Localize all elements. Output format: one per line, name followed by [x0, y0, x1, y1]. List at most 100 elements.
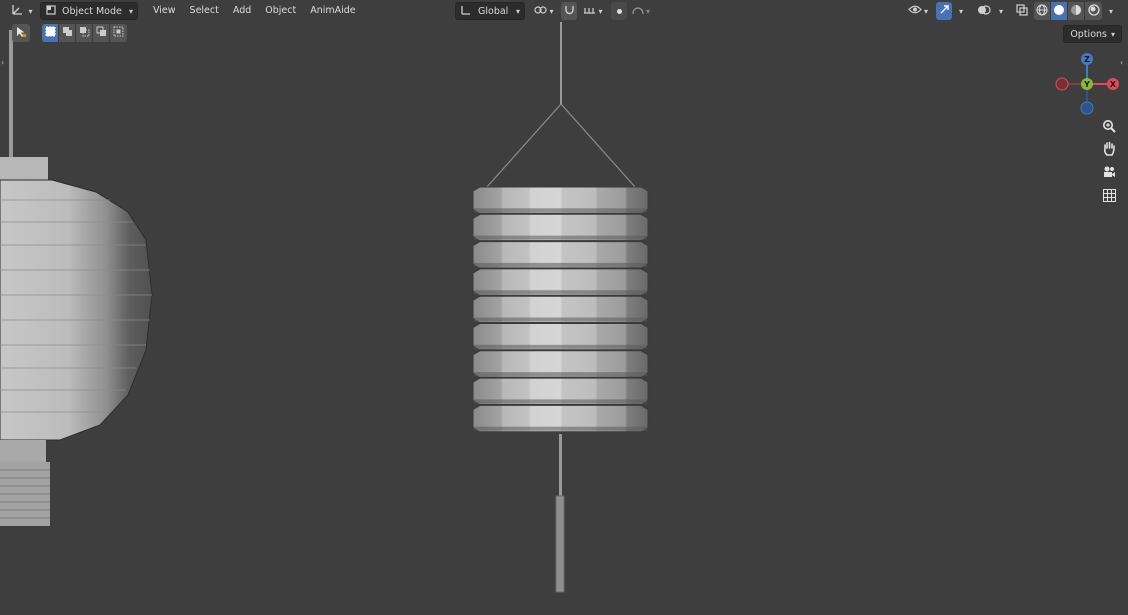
axes-icon: [11, 3, 24, 19]
dot-icon: [616, 8, 622, 14]
grid-ortho-icon: [1102, 189, 1116, 205]
proportional-edit-toggle[interactable]: [611, 2, 627, 20]
hand-pan-icon: [1102, 141, 1116, 159]
pivot-point-selector[interactable]: ▾: [532, 2, 556, 20]
chevron-down-icon: ▾: [958, 6, 963, 16]
menu-view[interactable]: View: [146, 2, 183, 20]
select-intersect-button[interactable]: [110, 24, 127, 42]
chevron-down-icon: ▾: [645, 6, 650, 16]
header-menus: View Select Add Object AnimAide: [146, 2, 363, 20]
select-extend-button[interactable]: [59, 24, 76, 42]
chevron-down-icon: ▾: [1110, 29, 1115, 39]
eye-icon: [908, 4, 922, 18]
gizmo-x-label: X: [1110, 80, 1117, 89]
wireframe-sphere-icon: [1036, 4, 1048, 19]
lantern-band-shadow: [474, 317, 647, 322]
ortho-toggle-button[interactable]: [1099, 187, 1119, 207]
gizmo-options-dropdown[interactable]: ▾: [954, 2, 968, 20]
left-lantern[interactable]: [0, 30, 153, 526]
left-lantern-cap: [0, 157, 48, 181]
shading-rendered-button[interactable]: [1085, 2, 1102, 20]
select-intersect-icon: [113, 26, 124, 40]
center-lantern-top-rod: [560, 22, 562, 104]
camera-view-button[interactable]: [1099, 163, 1119, 183]
menu-animaide[interactable]: AnimAide: [303, 2, 362, 20]
xray-icon: [1016, 3, 1028, 19]
tool-row: [12, 24, 127, 42]
magnet-icon: [564, 4, 575, 18]
select-invert-icon: [96, 26, 107, 40]
mode-dropdown[interactable]: Object Mode ▾: [40, 2, 138, 20]
shading-options-dropdown[interactable]: ▾: [1104, 2, 1118, 20]
center-lantern[interactable]: [472, 22, 649, 593]
selection-mode-selector: [42, 24, 127, 42]
solid-sphere-icon: [1053, 4, 1065, 19]
center-lantern-bands: [472, 186, 649, 433]
scene-render[interactable]: [0, 0, 1128, 615]
snap-toggle[interactable]: [561, 2, 577, 20]
zoom-button[interactable]: [1099, 117, 1119, 137]
shading-wireframe-button[interactable]: [1034, 2, 1051, 20]
toolbar-expand-arrow-icon[interactable]: ›: [1, 58, 4, 67]
select-subtract-button[interactable]: [76, 24, 93, 42]
link-icon: [534, 4, 548, 19]
3d-viewport[interactable]: ▾ Object Mode ▾ View Select Add Object A…: [0, 0, 1128, 615]
options-dropdown[interactable]: Options ▾: [1063, 25, 1122, 43]
select-tool-button[interactable]: [12, 24, 30, 42]
transform-orientation-dropdown[interactable]: Global ▾: [455, 2, 525, 20]
gizmo-arrow-icon: [939, 4, 950, 18]
left-lantern-bottom-cap: [0, 440, 46, 462]
shading-solid-button[interactable]: [1051, 2, 1068, 20]
visibility-selector[interactable]: ▾: [904, 2, 932, 20]
select-invert-button[interactable]: [93, 24, 110, 42]
orientation-label: Global: [478, 5, 509, 17]
menu-add[interactable]: Add: [226, 2, 258, 20]
shading-mode-selector: [1034, 2, 1102, 20]
xray-toggle[interactable]: [1013, 2, 1031, 20]
editor-type-selector[interactable]: ▾: [8, 2, 36, 20]
lantern-band-shadow: [474, 235, 647, 240]
chevron-down-icon: ▾: [515, 6, 520, 16]
menu-select[interactable]: Select: [183, 2, 226, 20]
snap-increment-icon: [583, 4, 596, 18]
falloff-curve-icon: [632, 4, 644, 18]
overlays-toggle[interactable]: [975, 2, 993, 20]
lantern-band-shadow: [474, 262, 647, 267]
snap-target-selector[interactable]: ▾: [580, 2, 606, 20]
lantern-band-shadow: [474, 426, 647, 431]
overlays-dropdown[interactable]: ▾: [994, 2, 1008, 20]
chevron-down-icon: ▾: [998, 6, 1003, 16]
navigation-gizmo[interactable]: Z X Y: [1052, 50, 1122, 116]
chevron-down-icon: ▾: [128, 6, 133, 16]
chevron-down-icon: ▾: [598, 6, 603, 16]
proportional-falloff-selector[interactable]: ▾: [628, 2, 654, 20]
shading-material-button[interactable]: [1068, 2, 1085, 20]
camera-view-icon: [1102, 165, 1116, 182]
gizmo-z-label: Z: [1084, 55, 1090, 64]
select-new-icon: [45, 26, 56, 40]
gizmo-neg-x[interactable]: [1055, 77, 1069, 91]
rendered-sphere-icon: [1087, 3, 1100, 19]
center-lantern-string-right: [560, 103, 637, 189]
viewport-header: ▾ Object Mode ▾ View Select Add Object A…: [0, 0, 1128, 22]
lantern-band-shadow: [474, 372, 647, 377]
chevron-down-icon: ▾: [923, 6, 928, 16]
material-sphere-icon: [1070, 4, 1082, 19]
select-extend-icon: [62, 26, 73, 40]
lantern-band-shadow: [474, 344, 647, 349]
cursor-icon: [16, 26, 27, 41]
gizmo-toggle[interactable]: [936, 2, 952, 20]
gizmo-neg-z[interactable]: [1080, 101, 1094, 115]
center-lantern-string-left: [485, 103, 562, 189]
pan-button[interactable]: [1099, 140, 1119, 160]
chevron-down-icon: ▾: [28, 6, 33, 16]
options-label: Options: [1070, 28, 1107, 40]
select-new-button[interactable]: [42, 24, 59, 42]
chevron-down-icon: ▾: [1108, 6, 1113, 16]
left-lantern-body: [0, 179, 153, 441]
zoom-icon: [1102, 119, 1116, 136]
overlay-circles-icon: [977, 4, 991, 19]
gizmo-y-label: Y: [1083, 80, 1090, 89]
lantern-band-shadow: [474, 290, 647, 295]
menu-object[interactable]: Object: [258, 2, 303, 20]
